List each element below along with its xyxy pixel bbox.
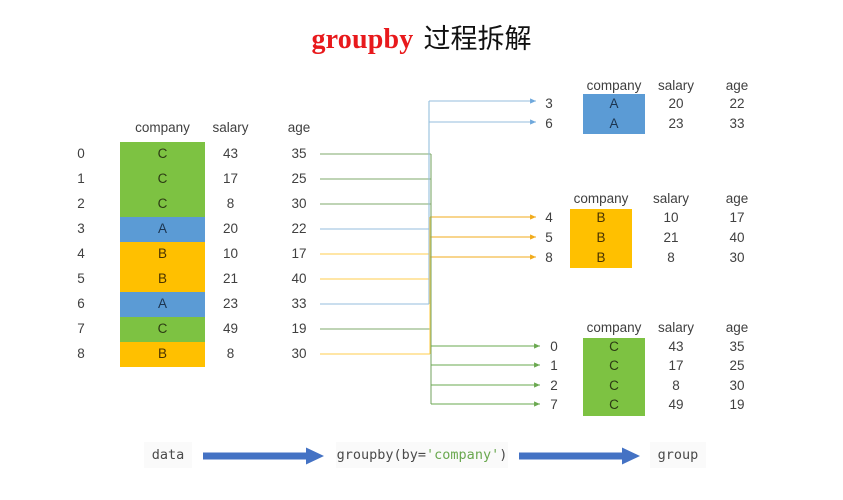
source-cell-company: A [157,296,167,311]
flow-operation-suffix: ) [499,447,508,463]
source-cell-salary: 17 [222,171,239,186]
flow-arrow-1 [203,447,324,465]
source-cell-age: 35 [291,146,307,161]
flow-operation-arg: 'company' [426,447,500,463]
group-c-cell-salary: 49 [668,397,684,412]
source-row-index: 6 [77,296,85,311]
source-cell-age: 33 [291,296,307,311]
group-b-header-company: company [573,191,629,206]
group-a-cell-company: A [609,96,619,111]
group-c-cell-age: 35 [729,339,745,354]
source-cell-company: C [157,146,168,161]
group-b-header-salary: salary [652,191,689,206]
group-b-cell-salary: 8 [667,250,675,265]
group-a-cell-salary: 23 [668,116,684,131]
group-c-cell-salary: 43 [668,339,684,354]
group-b-header-age: age [725,191,749,206]
source-row-index: 3 [77,221,85,236]
group-c-cell-age: 30 [729,378,745,393]
group-c-header-age: age [725,320,749,335]
source-cell-age: 30 [291,346,307,361]
group-a-row-index: 3 [545,96,553,111]
group-c-cell-company: C [609,378,619,393]
group-c-header-salary: salary [657,320,694,335]
group-b-row-index: 5 [545,230,553,245]
flow-operation-prefix: groupby(by= [336,447,427,463]
flow-input-label: data [151,447,185,463]
group-c-row-index: 0 [550,339,558,354]
source-cell-company: A [157,221,167,236]
source-header-age: age [287,120,311,135]
group-c-cell-age: 19 [729,397,745,412]
group-b-row-index: 8 [545,250,553,265]
source-row-index: 8 [77,346,85,361]
source-cell-age: 25 [291,171,307,186]
source-cell-company: C [157,171,168,186]
slide-canvas: groupby 过程拆解 company salary age 0 C 43 3… [0,0,843,500]
source-cell-age: 40 [291,271,307,286]
source-cell-age: 19 [291,321,307,336]
group-b-cell-company: B [596,230,606,245]
group-b-cell-company: B [596,210,606,225]
group-c-cell-company: C [609,358,619,373]
source-cell-company: B [157,246,167,261]
group-b-cell-salary: 21 [663,230,679,245]
group-b-cell-salary: 10 [663,210,679,225]
source-row-index: 0 [77,146,85,161]
source-cell-age: 22 [291,221,307,236]
group-a-row-index: 6 [545,116,553,131]
source-header-salary: salary [212,120,249,135]
group-c-cell-company: C [609,339,619,354]
flow-arrow-2 [519,447,640,465]
group-b-cell-age: 17 [729,210,745,225]
source-cell-company: C [157,196,168,211]
source-cell-salary: 20 [222,221,239,236]
group-b-row-index: 4 [545,210,553,225]
group-c-cell-salary: 8 [672,378,680,393]
source-header-company: company [135,120,190,135]
group-a-header-company: company [586,78,642,93]
source-cell-salary: 21 [222,271,239,286]
source-row-index: 2 [77,196,85,211]
flow-input-chip: data [144,442,192,468]
group-c-cell-age: 25 [729,358,745,373]
flow-operation-chip: groupby(by='company') [336,442,508,468]
group-c-cell-company: C [609,397,619,412]
source-cell-salary: 8 [226,346,235,361]
source-cell-company: B [157,271,167,286]
group-b-cell-age: 30 [729,250,745,265]
source-row-index: 1 [77,171,85,186]
source-cell-age: 30 [291,196,307,211]
source-row-index: 7 [77,321,85,336]
source-cell-salary: 43 [222,146,239,161]
group-a-cell-salary: 20 [668,96,684,111]
group-a-cell-age: 33 [729,116,745,131]
group-a-header-salary: salary [657,78,694,93]
group-c-header-company: company [586,320,642,335]
source-cell-salary: 8 [226,196,235,211]
group-a-cell-age: 22 [729,96,745,111]
source-cell-company: B [157,346,167,361]
group-c-cell-salary: 17 [668,358,684,373]
group-a-cell-company: A [609,116,619,131]
group-b-cell-company: B [596,250,606,265]
group-a-header-age: age [725,78,749,93]
group-c-row-index: 1 [550,358,558,373]
flow-output-label: group [657,447,699,463]
source-cell-company: C [157,321,168,336]
source-row-index: 4 [77,246,85,261]
source-cell-salary: 23 [222,296,239,311]
source-row-index: 5 [77,271,85,286]
group-c-row-index: 2 [550,378,558,393]
source-cell-salary: 49 [222,321,239,336]
source-cell-age: 17 [291,246,307,261]
group-c-row-index: 7 [550,397,558,412]
source-cell-salary: 10 [222,246,239,261]
flow-output-chip: group [650,442,706,468]
group-b-cell-age: 40 [729,230,745,245]
